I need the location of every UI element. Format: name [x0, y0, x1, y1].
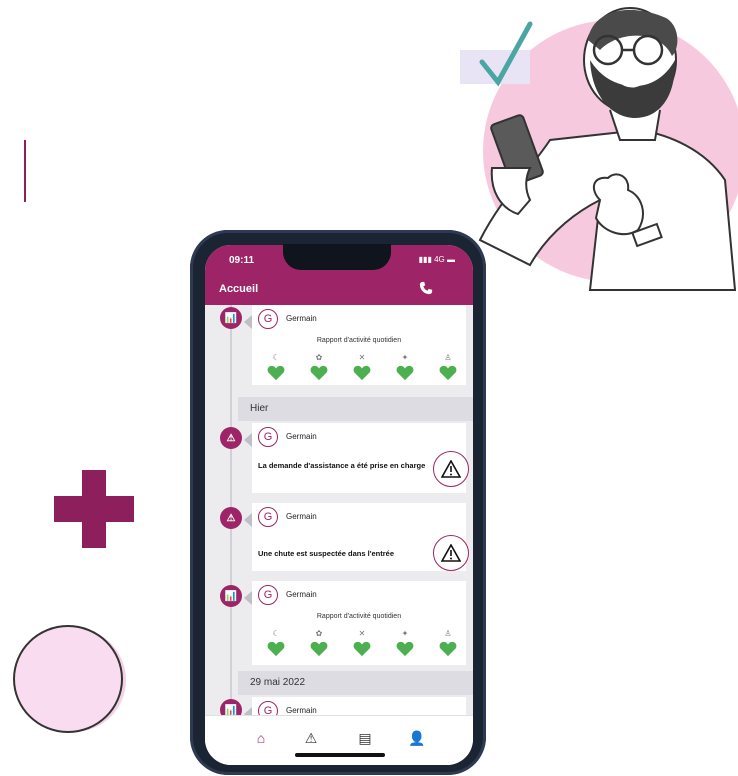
- phone-notch: [283, 244, 391, 270]
- activity-feed: 📊 G Germain Rapport d'activité quotidien…: [205, 305, 473, 715]
- alert-node-icon: ⚠: [220, 427, 242, 449]
- page-title: Accueil: [219, 283, 259, 295]
- card-pointer: [244, 591, 252, 605]
- alert-message: Une chute est suspectée dans l'entrée: [258, 549, 394, 558]
- alert-message: La demande d'assistance a été prise en c…: [258, 461, 426, 470]
- avatar: G: [258, 309, 278, 329]
- sleep-icon: ☾: [272, 629, 280, 638]
- heart-icon: [310, 641, 328, 657]
- card-author: Germain: [286, 590, 317, 599]
- person-icon[interactable]: 👤: [407, 728, 427, 748]
- walking-icon: ✦: [401, 353, 409, 362]
- activity-node-icon: 📊: [220, 585, 242, 607]
- accent-line: [24, 140, 26, 202]
- date-header: 29 mai 2022: [238, 671, 473, 695]
- avatar: G: [258, 701, 278, 715]
- dining-icon: ✿: [315, 353, 323, 362]
- sleep-icon: ☾: [272, 353, 280, 362]
- activity-report-card[interactable]: G Germain Rapport d'activité quotidien ☾…: [244, 305, 466, 385]
- signal-indicator: ▮▮▮ 4G ▬: [418, 255, 455, 264]
- card-pointer: [244, 707, 252, 715]
- man-illustration: [478, 7, 737, 291]
- activity-icons-row: ☾ ✿ ✕ ✦ ♙: [262, 629, 462, 657]
- date-header: Hier: [238, 397, 473, 421]
- alert-card[interactable]: G Germain La demande d'assistance a été …: [244, 423, 469, 493]
- home-icon[interactable]: ⌂: [251, 728, 271, 748]
- home-indicator: [295, 753, 385, 757]
- warning-icon: [433, 535, 469, 571]
- card-author: Germain: [286, 512, 317, 521]
- heart-icon: [439, 365, 457, 381]
- alert-node-icon: ⚠: [220, 507, 242, 529]
- heart-icon: [267, 641, 285, 657]
- heart-icon: [353, 365, 371, 381]
- activity-report-card[interactable]: G Germain: [244, 697, 466, 715]
- heart-icon: [439, 641, 457, 657]
- activity-report-card[interactable]: G Germain Rapport d'activité quotidien ☾…: [244, 581, 466, 665]
- card-author: Germain: [286, 706, 317, 715]
- bottom-nav: ⌂ ⚠ ▤ 👤: [205, 715, 473, 765]
- meal-icon: ✕: [358, 629, 366, 638]
- card-author: Germain: [286, 314, 317, 323]
- status-time: 09:11: [229, 255, 255, 266]
- heart-icon: [353, 641, 371, 657]
- meal-icon: ✕: [358, 353, 366, 362]
- report-title: Rapport d'activité quotidien: [316, 613, 402, 620]
- toilet-icon: ♙: [444, 629, 452, 638]
- report-title: Rapport d'activité quotidien: [316, 337, 402, 344]
- card-pointer: [244, 433, 252, 447]
- plus-icon-horizontal: [54, 496, 134, 522]
- avatar: G: [258, 427, 278, 447]
- activity-node-icon: 📊: [220, 699, 242, 715]
- decorative-circle: [13, 625, 123, 733]
- card-pointer: [244, 315, 252, 329]
- alert-icon[interactable]: ⚠: [301, 728, 321, 748]
- avatar: G: [258, 507, 278, 527]
- heart-icon: [396, 365, 414, 381]
- avatar: G: [258, 585, 278, 605]
- phone-call-icon[interactable]: [419, 281, 433, 295]
- phone-screen: 09:11 ▮▮▮ 4G ▬ Accueil 📊 G Germain Rappo…: [205, 245, 473, 765]
- dining-icon: ✿: [315, 629, 323, 638]
- heart-icon: [310, 365, 328, 381]
- chart-icon[interactable]: ▤: [355, 728, 375, 748]
- toilet-icon: ♙: [444, 353, 452, 362]
- heart-icon: [267, 365, 285, 381]
- alert-card[interactable]: G Germain Une chute est suspectée dans l…: [244, 503, 469, 571]
- heart-icon: [396, 641, 414, 657]
- card-author: Germain: [286, 432, 317, 441]
- activity-icons-row: ☾ ✿ ✕ ✦ ♙: [262, 353, 462, 381]
- activity-node-icon: 📊: [220, 307, 242, 329]
- walking-icon: ✦: [401, 629, 409, 638]
- card-pointer: [244, 513, 252, 527]
- warning-icon: [433, 451, 469, 487]
